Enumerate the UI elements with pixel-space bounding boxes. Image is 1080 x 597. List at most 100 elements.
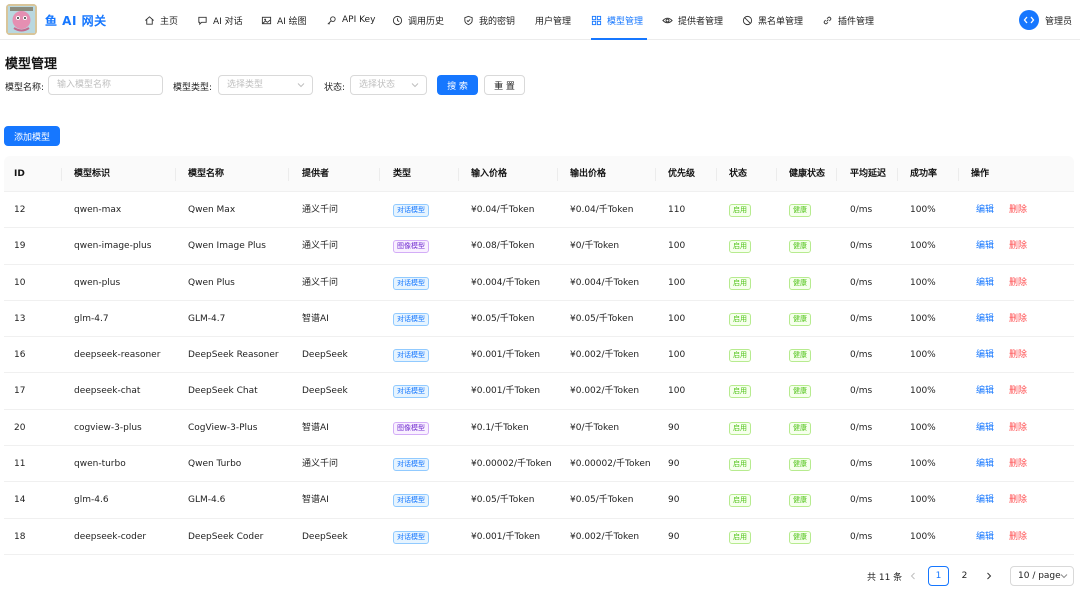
model-type-placeholder: 选择类型 — [227, 80, 264, 90]
user-avatar[interactable] — [1019, 10, 1039, 30]
model-name-input[interactable]: 输入模型名称 — [48, 75, 163, 95]
type-tag: 对话模型 — [393, 385, 429, 399]
nav-api-key[interactable]: API Key — [326, 0, 375, 40]
cell-avg-latency: 0/ms — [850, 350, 873, 361]
cell-output-price: ¥0.002/千Token — [570, 350, 640, 361]
delete-button[interactable]: 删除 — [1009, 228, 1027, 264]
cell-model-key: cogview-3-plus — [74, 422, 142, 433]
chevron-down-icon — [411, 83, 419, 88]
cell-provider: DeepSeek — [302, 350, 348, 361]
status-badge: 启用 — [729, 312, 751, 326]
health-badge: 健康 — [789, 240, 811, 254]
edit-button[interactable]: 编辑 — [976, 410, 994, 446]
health-badge: 健康 — [789, 276, 811, 290]
cell-success-rate: 100% — [910, 386, 936, 397]
delete-button[interactable]: 删除 — [1009, 410, 1027, 446]
edit-button[interactable]: 编辑 — [976, 192, 994, 228]
edit-button[interactable]: 编辑 — [976, 373, 994, 409]
type-tag: 对话模型 — [393, 458, 429, 472]
health-badge: 健康 — [789, 530, 811, 544]
nav-ai-draw[interactable]: AI 绘图 — [261, 0, 307, 40]
cell-model-key: deepseek-chat — [74, 386, 141, 397]
edit-button[interactable]: 编辑 — [976, 265, 994, 301]
nav-my-keys[interactable]: 我的密钥 — [463, 0, 515, 40]
edit-button[interactable]: 编辑 — [976, 301, 994, 337]
cell-output-price: ¥0.00002/千Token — [570, 459, 651, 470]
cell-input-price: ¥0.001/千Token — [471, 350, 541, 361]
block-icon — [742, 15, 753, 25]
delete-button[interactable]: 删除 — [1009, 373, 1027, 409]
delete-button[interactable]: 删除 — [1009, 265, 1027, 301]
cell-avg-latency: 0/ms — [850, 459, 873, 470]
status-badge: 启用 — [729, 385, 751, 399]
top-navbar: 鱼 AI 网关 主页 AI 对话 AI 绘图 API Key 调用历史 我的密钥… — [0, 0, 1080, 40]
column-header-input-price: 输入价格 — [471, 169, 508, 179]
chevron-down-icon — [297, 83, 305, 88]
edit-button[interactable]: 编辑 — [976, 482, 994, 518]
page-2-button[interactable]: 2 — [954, 566, 975, 586]
column-header-status: 状态 — [729, 169, 748, 179]
nav-provider-management[interactable]: 提供者管理 — [662, 0, 723, 40]
cell-model-name: GLM-4.7 — [188, 313, 226, 324]
nav-plugin-management[interactable]: 插件管理 — [822, 0, 874, 40]
edit-button[interactable]: 编辑 — [976, 228, 994, 264]
table-row: 17 deepseek-chat DeepSeek Chat DeepSeek 对话模型… — [4, 373, 1074, 410]
nav-call-history[interactable]: 调用历史 — [392, 0, 444, 40]
table-row: 11 qwen-turbo Qwen Turbo 通义千问 对话模型 ¥0.00002/千… — [4, 446, 1074, 483]
delete-button[interactable]: 删除 — [1009, 192, 1027, 228]
nav-label: AI 对话 — [213, 16, 243, 27]
edit-button[interactable]: 编辑 — [976, 446, 994, 482]
edit-button[interactable]: 编辑 — [976, 337, 994, 373]
cell-provider: 智谱AI — [302, 495, 329, 506]
delete-button[interactable]: 删除 — [1009, 446, 1027, 482]
edit-button[interactable]: 编辑 — [976, 519, 994, 555]
column-header-model-name: 模型名称 — [188, 169, 225, 179]
reset-button[interactable]: 重 置 — [484, 75, 525, 95]
page-size-select[interactable]: 10 / page — [1010, 566, 1074, 586]
cell-model-name: Qwen Plus — [188, 277, 235, 288]
cell-output-price: ¥0.002/千Token — [570, 386, 640, 397]
type-tag: 对话模型 — [393, 276, 429, 290]
cell-model-key: qwen-turbo — [74, 459, 126, 470]
nav-ai-chat[interactable]: AI 对话 — [197, 0, 243, 40]
status-badge: 启用 — [729, 204, 751, 217]
health-badge: 健康 — [789, 312, 811, 326]
delete-button[interactable]: 删除 — [1009, 301, 1027, 337]
user-name[interactable]: 管理员 — [1045, 14, 1072, 27]
models-table: ID 模型标识 模型名称 提供者 类型 输入价格 输出价格 优先级 状态 健康状… — [4, 156, 1074, 555]
nav-model-management[interactable]: 模型管理 — [591, 0, 643, 40]
cell-model-name: Qwen Max — [188, 205, 236, 215]
status-badge: 启用 — [729, 240, 751, 254]
type-tag: 图像模型 — [393, 421, 429, 435]
delete-button[interactable]: 删除 — [1009, 337, 1027, 373]
cell-avg-latency: 0/ms — [850, 313, 873, 324]
logo-image[interactable] — [6, 4, 37, 35]
cell-priority: 110 — [668, 205, 686, 215]
delete-button[interactable]: 删除 — [1009, 519, 1027, 555]
nav-home[interactable]: 主页 — [144, 0, 178, 40]
search-button[interactable]: 搜 索 — [437, 75, 478, 95]
status-badge: 启用 — [729, 349, 751, 363]
delete-button[interactable]: 删除 — [1009, 482, 1027, 518]
active-nav-indicator — [591, 38, 647, 40]
table-row: 13 glm-4.7 GLM-4.7 智谱AI 对话模型 ¥0.05/千Token ¥0.0… — [4, 301, 1074, 338]
cell-id: 13 — [14, 313, 26, 324]
cell-model-key: deepseek-coder — [74, 531, 147, 542]
nav-blacklist-management[interactable]: 黑名单管理 — [742, 0, 803, 40]
status-select[interactable]: 选择状态 — [350, 75, 427, 95]
cell-id: 18 — [14, 531, 26, 542]
health-badge: 健康 — [789, 458, 811, 472]
prev-page-button[interactable] — [903, 566, 923, 586]
cell-output-price: ¥0.05/千Token — [570, 495, 634, 506]
next-page-button[interactable] — [979, 566, 999, 586]
column-header-priority: 优先级 — [668, 169, 696, 179]
model-type-select[interactable]: 选择类型 — [218, 75, 313, 95]
column-header-type: 类型 — [393, 169, 412, 179]
cell-output-price: ¥0/千Token — [570, 422, 620, 433]
cell-output-price: ¥0.002/千Token — [570, 531, 640, 542]
cell-input-price: ¥0.05/千Token — [471, 495, 535, 506]
nav-user-management[interactable]: 用户管理 — [535, 0, 571, 40]
type-tag: 对话模型 — [393, 312, 429, 326]
page-1-button[interactable]: 1 — [928, 566, 949, 586]
add-model-button[interactable]: 添加模型 — [4, 126, 60, 146]
